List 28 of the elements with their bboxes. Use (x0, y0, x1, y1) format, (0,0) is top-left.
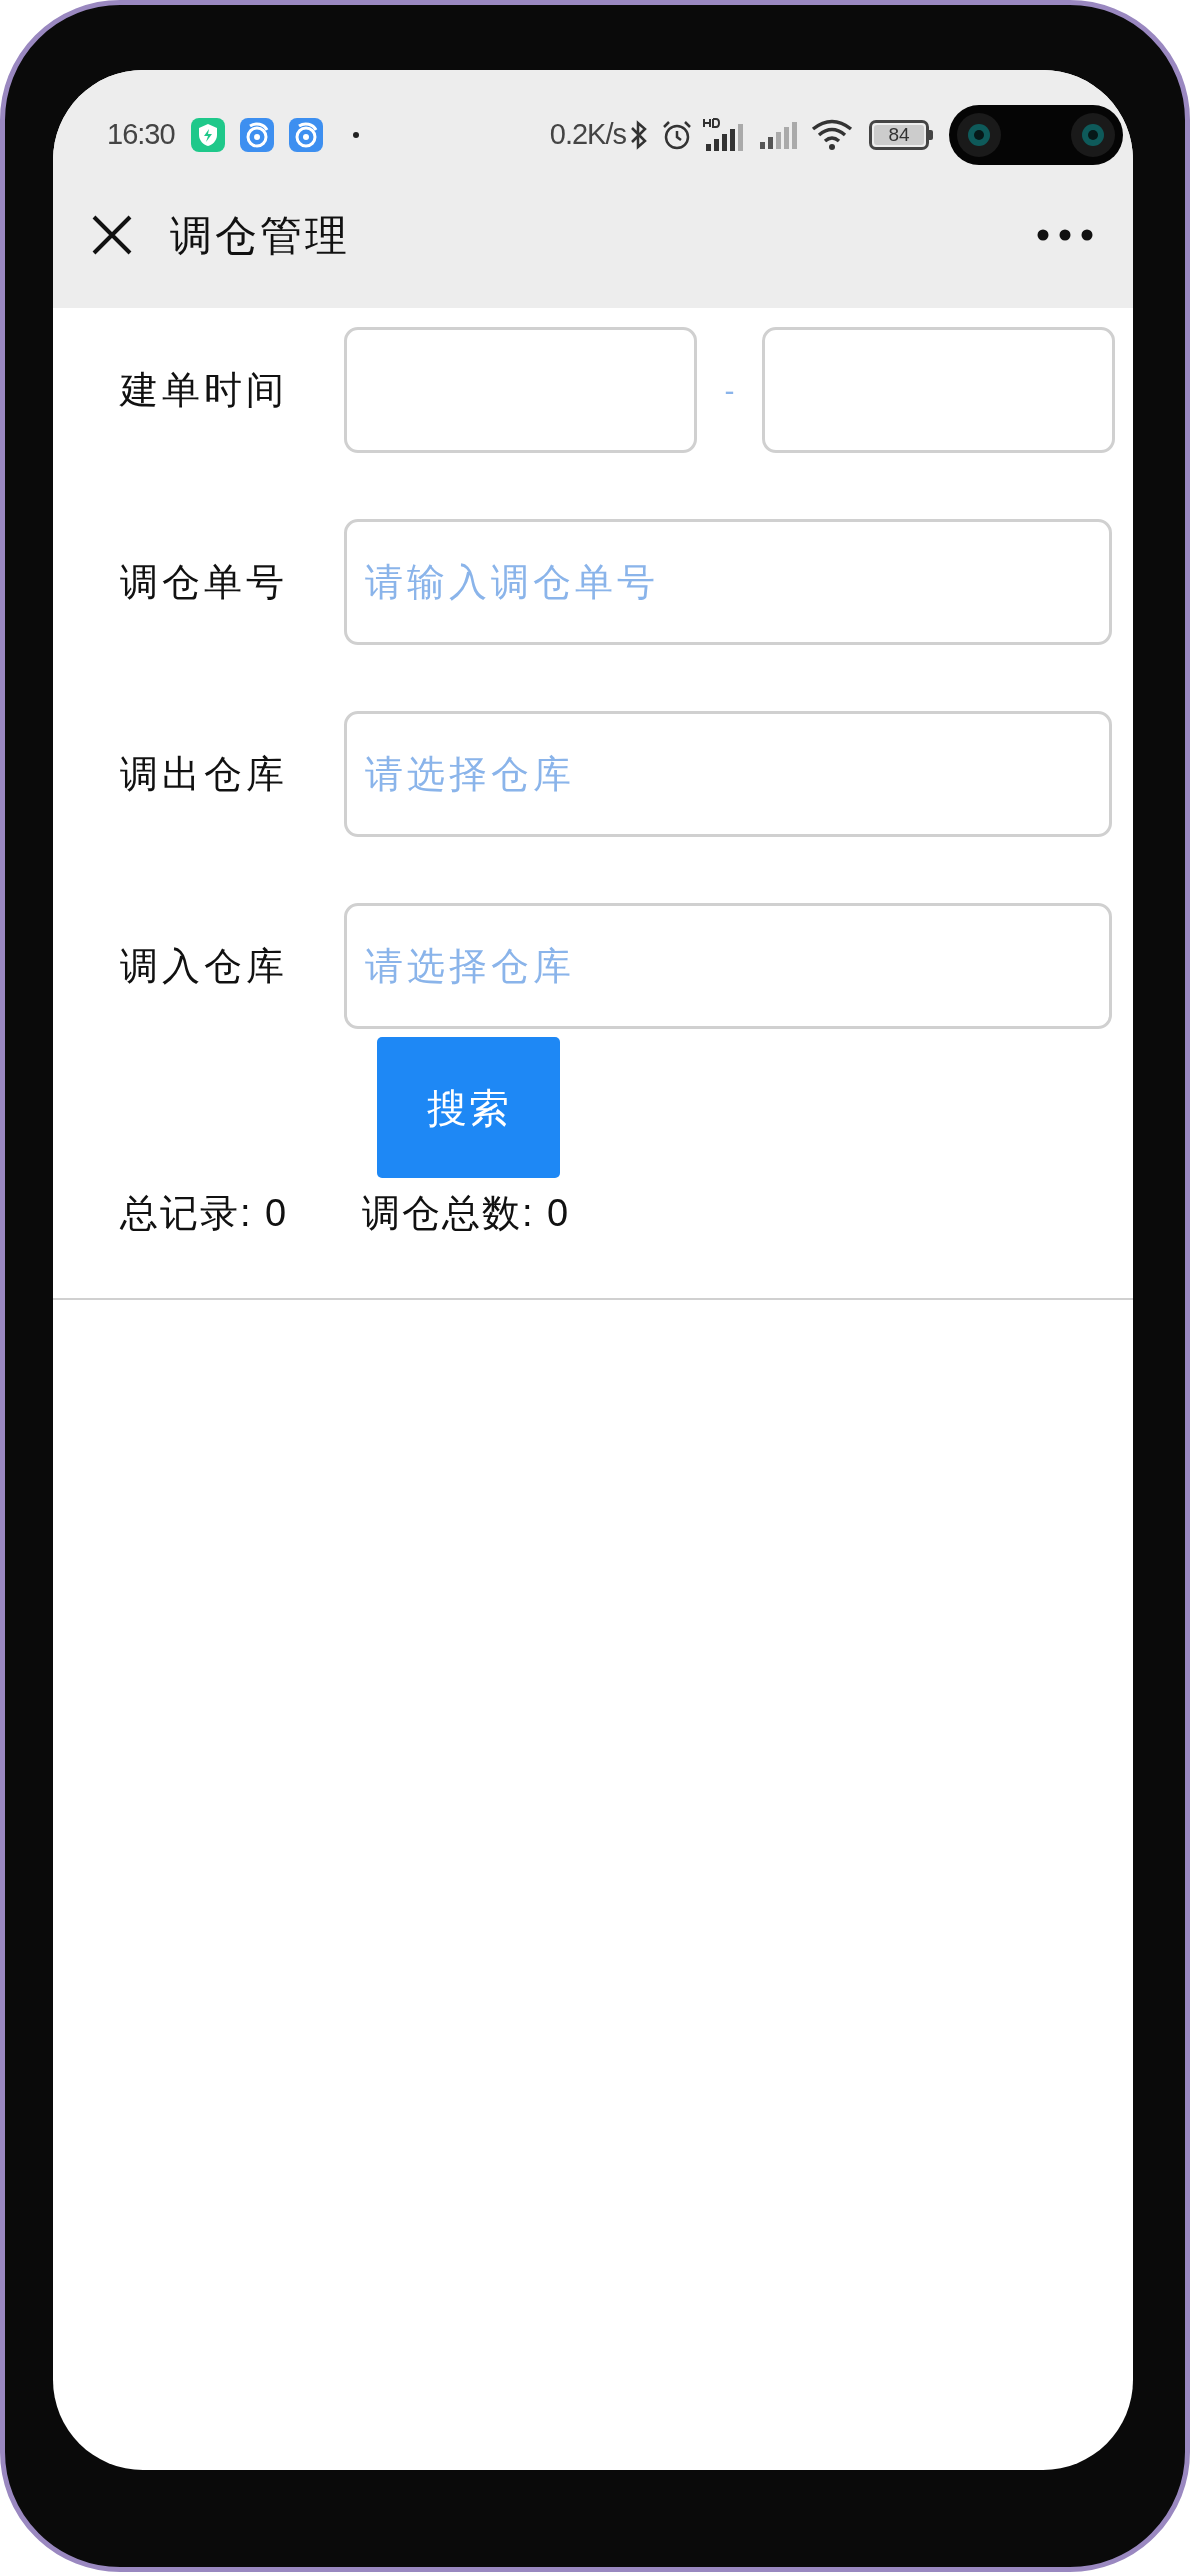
alarm-clock-icon (661, 119, 693, 151)
search-button[interactable]: 搜索 (377, 1037, 560, 1178)
field-label: 调出仓库 (120, 751, 289, 797)
warehouse-select[interactable]: 请选择仓库 (344, 903, 1112, 1029)
clock-time: 16:30 (107, 117, 175, 153)
start-date-field[interactable] (344, 327, 697, 453)
range-separator: - (723, 372, 736, 409)
field-label: 建单时间 (120, 367, 289, 413)
swirl-app-icon (239, 118, 274, 152)
camera-lens-icon (955, 111, 1003, 159)
field-label: 调仓单号 (120, 559, 289, 605)
record-count: 总记录: 0 (120, 1190, 290, 1236)
network-speed: 0.2K/s (549, 117, 626, 153)
more-icon[interactable] (1037, 229, 1093, 241)
order-number-field[interactable]: 请输入调仓单号 (344, 519, 1112, 645)
wifi-icon (811, 119, 853, 151)
page-title: 调仓管理 (170, 210, 350, 261)
shield-app-icon (190, 118, 225, 152)
camera-lens-icon (1069, 111, 1117, 159)
swirl-app-icon (288, 118, 323, 152)
dot-icon (352, 132, 359, 138)
warehouse-select[interactable]: 请选择仓库 (344, 711, 1112, 837)
signal-icon (757, 120, 797, 150)
signal-icon (703, 118, 743, 152)
end-date-field[interactable] (762, 327, 1115, 453)
bluetooth-icon (629, 120, 649, 150)
field-label: 调入仓库 (120, 943, 289, 989)
transfer-total: 调仓总数: 0 (362, 1190, 571, 1236)
